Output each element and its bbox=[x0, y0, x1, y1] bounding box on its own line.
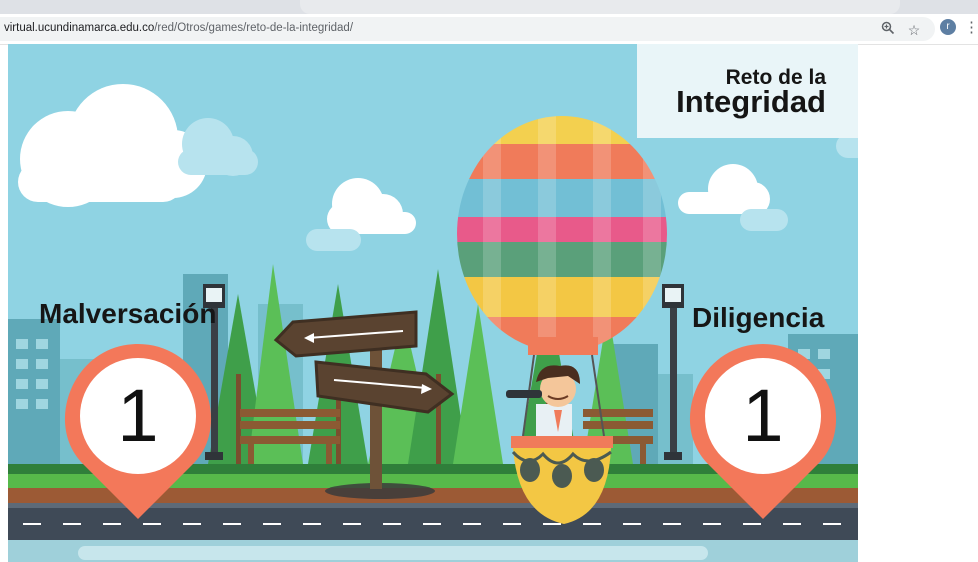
address-bar[interactable]: virtual.ucundinamarca.edu.co/red/Otros/g… bbox=[0, 17, 935, 41]
title-panel: Reto de la Integridad bbox=[637, 44, 858, 138]
title-line-2: Integridad bbox=[676, 84, 826, 119]
diligencia-label: Diligencia bbox=[692, 302, 825, 333]
menu-icon[interactable]: ⋮ bbox=[964, 18, 978, 38]
malversacion-counter: 1 bbox=[117, 374, 159, 457]
malversacion-label: Malversación bbox=[39, 298, 217, 329]
tab-strip bbox=[0, 0, 978, 14]
diligencia-counter: 1 bbox=[742, 374, 784, 457]
bookmark-star-icon[interactable]: ☆ bbox=[904, 20, 924, 40]
url-path: /red/Otros/games/reto-de-la-integridad/ bbox=[154, 22, 354, 34]
url-domain: virtual.ucundinamarca.edu.co bbox=[4, 22, 155, 34]
game-stage: Reto de la Integridad Malversación Dilig… bbox=[8, 44, 858, 562]
zoom-icon[interactable] bbox=[878, 20, 898, 40]
browser-toolbar: virtual.ucundinamarca.edu.co/red/Otros/g… bbox=[0, 14, 978, 45]
profile-avatar[interactable]: r bbox=[940, 19, 956, 35]
cloud-center-blue bbox=[306, 229, 361, 251]
url-text: virtual.ucundinamarca.edu.co/red/Otros/g… bbox=[4, 22, 353, 34]
active-tab[interactable] bbox=[300, 0, 900, 14]
